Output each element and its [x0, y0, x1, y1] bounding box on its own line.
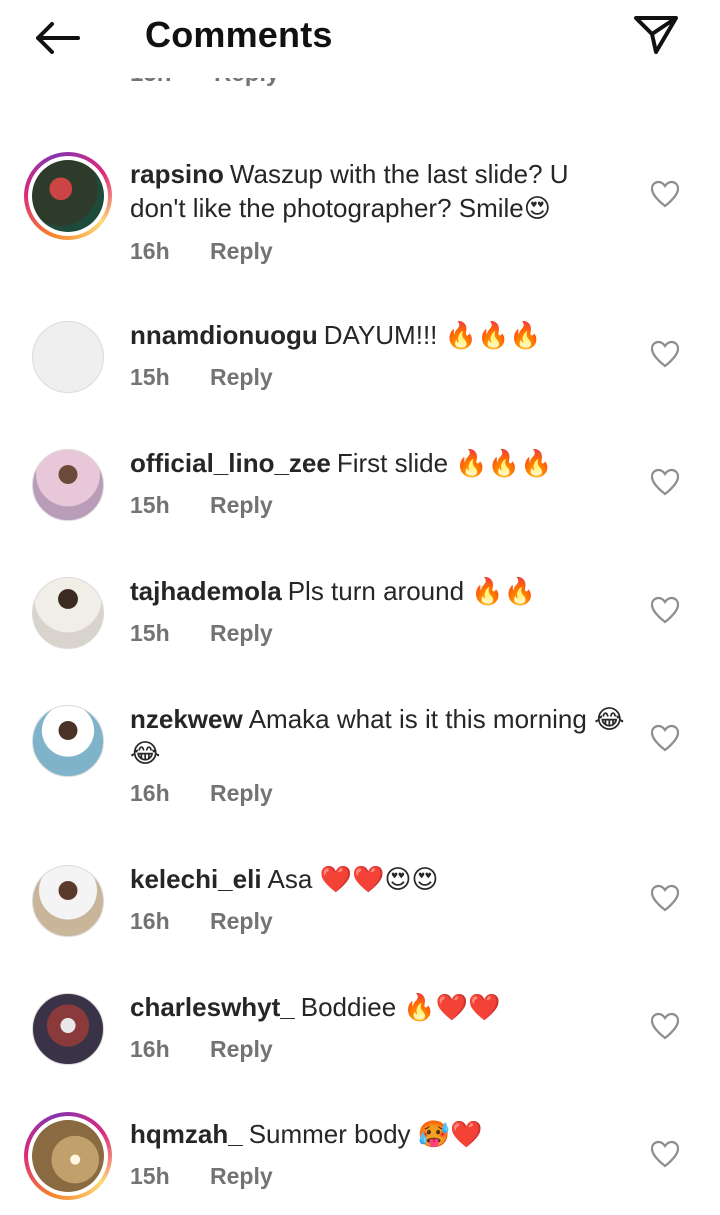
reply-button[interactable]: Reply	[210, 780, 273, 806]
comment-text: Pls turn around 🔥🔥	[287, 576, 537, 606]
comment-time: 15h	[130, 364, 170, 390]
avatar[interactable]	[24, 152, 112, 240]
comment-username[interactable]: official_lino_zee	[130, 448, 331, 478]
comment-username[interactable]: nzekwew	[130, 704, 243, 734]
avatar[interactable]	[32, 865, 104, 937]
comment-time: 16h	[130, 908, 170, 934]
comment-username[interactable]: kelechi_eli	[130, 864, 262, 894]
comment-username[interactable]: nnamdionuogu	[130, 320, 318, 350]
comment-username[interactable]: hqmzah_	[130, 1119, 243, 1149]
back-button[interactable]	[28, 14, 84, 62]
comment-time: 16h	[130, 1036, 170, 1062]
reply-button[interactable]: Reply	[210, 492, 273, 518]
comment-text: First slide 🔥🔥🔥	[336, 448, 553, 478]
paper-plane-icon	[634, 16, 678, 54]
reply-button[interactable]: Reply	[210, 1036, 273, 1062]
comment-time: 15h	[130, 492, 170, 518]
comment-text: Boddiee 🔥❤️❤️	[300, 992, 501, 1022]
avatar[interactable]	[32, 577, 104, 649]
avatar[interactable]	[32, 449, 104, 521]
comment-username[interactable]: rapsino	[130, 159, 224, 189]
reply-button[interactable]: Reply	[210, 620, 273, 646]
reply-button[interactable]: Reply	[210, 908, 273, 934]
heart-icon[interactable]	[650, 340, 680, 368]
avatar[interactable]	[32, 993, 104, 1065]
avatar[interactable]	[24, 1112, 112, 1200]
page-title: Comments	[145, 14, 333, 55]
comment-time: 15h	[130, 1163, 170, 1189]
comment-text: Asa ❤️❤️😍😍	[267, 864, 439, 894]
heart-icon[interactable]	[650, 724, 680, 752]
avatar[interactable]	[32, 705, 104, 777]
reply-button[interactable]: Reply	[210, 238, 273, 264]
heart-icon[interactable]	[650, 884, 680, 912]
comment-username[interactable]: tajhademola	[130, 576, 282, 606]
heart-icon[interactable]	[650, 468, 680, 496]
heart-icon[interactable]	[650, 180, 680, 208]
comment-text: Summer body 🥵❤️	[248, 1119, 483, 1149]
reply-button[interactable]: Reply	[210, 364, 273, 390]
comment-username[interactable]: charleswhyt_	[130, 992, 295, 1022]
share-button[interactable]	[628, 10, 684, 58]
comment-time: 16h	[130, 780, 170, 806]
avatar[interactable]	[32, 321, 104, 393]
reply-button[interactable]: Reply	[210, 1163, 273, 1189]
heart-icon[interactable]	[650, 596, 680, 624]
header-bar: Comments	[0, 0, 720, 78]
arrow-left-icon	[36, 22, 80, 54]
comment-time: 16h	[130, 238, 170, 264]
comment-time: 15h	[130, 620, 170, 646]
heart-icon[interactable]	[650, 1140, 680, 1168]
comment-text: DAYUM!!! 🔥🔥🔥	[323, 320, 542, 350]
heart-icon[interactable]	[650, 1012, 680, 1040]
